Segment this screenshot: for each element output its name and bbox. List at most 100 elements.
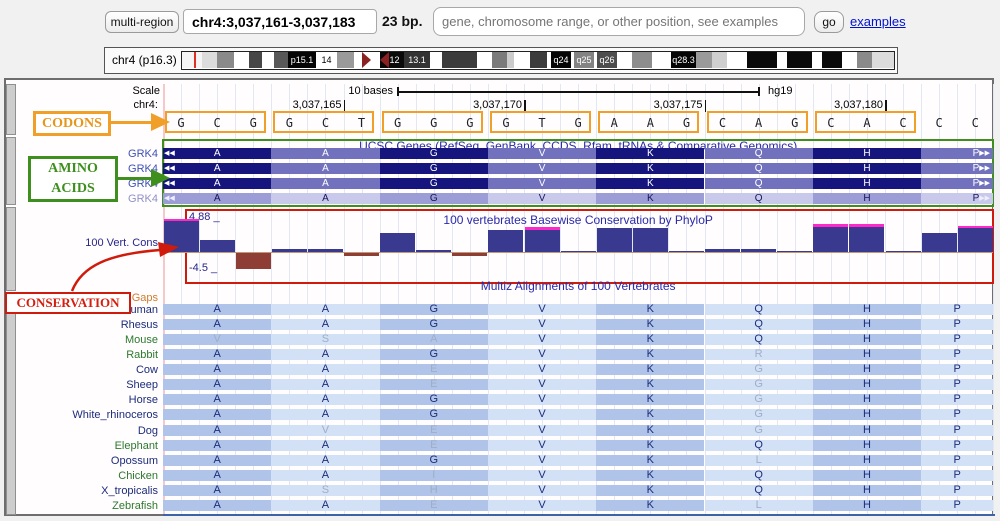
alignment-cell: V xyxy=(488,455,596,466)
phylop-bar xyxy=(308,249,343,252)
amino-acid-cell: H xyxy=(813,163,921,174)
alignment-cell: H xyxy=(813,455,921,466)
alignment-cell: A xyxy=(163,364,271,375)
alignment-cell: P xyxy=(921,364,993,375)
alignment-cell: L xyxy=(705,500,813,511)
ruler-tick-label: 3,037,175 xyxy=(553,99,703,111)
phylop-bar xyxy=(849,227,884,252)
alignment-cell: A xyxy=(271,304,379,315)
alignment-cell: A xyxy=(380,334,488,345)
zero-baseline xyxy=(163,252,993,253)
phylop-bar xyxy=(380,233,415,252)
codon-box xyxy=(815,111,916,133)
species-label: Sheep xyxy=(8,379,158,391)
amino-arrow-line xyxy=(115,177,152,180)
scale-bar-tick xyxy=(758,87,760,96)
alignment-cell: P xyxy=(921,379,993,390)
alignment-cell: P xyxy=(921,304,993,315)
base-letter: C xyxy=(957,116,993,130)
phylop-bar xyxy=(525,230,560,252)
alignment-cell: K xyxy=(596,470,704,481)
alignment-cell: V xyxy=(488,364,596,375)
alignment-cell: A xyxy=(271,409,379,420)
alignment-cell: H xyxy=(813,379,921,390)
chevrons-left-icon: ◀◀ xyxy=(164,193,182,204)
chevrons-right-icon: ▶▶ xyxy=(979,163,993,174)
alignment-cell: K xyxy=(596,304,704,315)
alignment-cell: P xyxy=(921,319,993,330)
alignment-cell: G xyxy=(380,304,488,315)
alignment-cell: S xyxy=(271,334,379,345)
alignment-cell: V xyxy=(488,500,596,511)
amino-acids-line2: ACIDS xyxy=(31,179,115,199)
alignment-cell: A xyxy=(271,349,379,360)
alignment-cell: K xyxy=(596,379,704,390)
amino-acid-cell: H xyxy=(813,148,921,159)
amino-acid-cell: G xyxy=(380,148,488,159)
alignment-cell: K xyxy=(596,440,704,451)
alignment-cell: R xyxy=(705,349,813,360)
phylop-bar xyxy=(669,251,704,252)
alignment-cell: Q xyxy=(705,485,813,496)
species-label: Rabbit xyxy=(8,349,158,361)
track-drag-handle[interactable] xyxy=(6,207,16,291)
alignment-cell: A xyxy=(271,455,379,466)
alignment-cell: P xyxy=(921,409,993,420)
species-label: Zebrafish xyxy=(8,500,158,512)
alignment-cell: A xyxy=(163,500,271,511)
chevrons-right-icon: ▶▶ xyxy=(979,148,993,159)
alignment-cell: A xyxy=(163,319,271,330)
alignment-cell: H xyxy=(813,304,921,315)
codon-box xyxy=(382,111,483,133)
alignment-cell: A xyxy=(271,500,379,511)
alignment-cell: A xyxy=(163,379,271,390)
alignment-cell: K xyxy=(596,409,704,420)
scale-label: Scale xyxy=(10,85,160,97)
alignment-cell: Q xyxy=(705,304,813,315)
alignment-cell: K xyxy=(596,364,704,375)
phylop-bar xyxy=(705,249,740,252)
alignment-cell: V xyxy=(488,485,596,496)
alignment-cell: V xyxy=(488,319,596,330)
amino-acid-cell: G xyxy=(380,193,488,204)
alignment-cell: E xyxy=(380,425,488,436)
alignment-cell: K xyxy=(596,319,704,330)
species-label: Cow xyxy=(8,364,158,376)
species-label: Horse xyxy=(8,394,158,406)
alignment-cell: H xyxy=(813,334,921,345)
alignment-cell: G xyxy=(705,409,813,420)
phylop-bar xyxy=(922,233,957,252)
phylop-bar xyxy=(164,221,199,252)
amino-acid-cell: Q xyxy=(705,178,813,189)
amino-acid-cell: Q xyxy=(705,163,813,174)
codons-arrow-head xyxy=(151,113,170,131)
amino-acid-cell: A xyxy=(271,163,379,174)
alignment-cell: V xyxy=(163,334,271,345)
codon-box xyxy=(165,111,266,133)
alignment-cell: Q xyxy=(705,334,813,345)
amino-acid-cell: V xyxy=(488,163,596,174)
ucsc-genome-browser: { "toolbar": { "multi_region_label": "mu… xyxy=(0,0,1000,521)
chevrons-right-icon: ▶▶ xyxy=(979,193,993,204)
phylop-bar xyxy=(958,228,993,252)
alignment-cell: V xyxy=(488,334,596,345)
phylop-bar xyxy=(561,251,596,252)
alignment-cell: G xyxy=(705,379,813,390)
amino-acid-cell: Q xyxy=(705,148,813,159)
alignment-cell: G xyxy=(705,364,813,375)
phylop-bar xyxy=(777,251,812,252)
alignment-cell: H xyxy=(813,485,921,496)
alignment-cell: K xyxy=(596,485,704,496)
alignment-cell: A xyxy=(163,470,271,481)
alignment-cell: V xyxy=(271,425,379,436)
y-min-label: -4.5 _ xyxy=(189,262,217,274)
ruler-tick-label: 3,037,165 xyxy=(192,99,342,111)
amino-acids-line1: AMINO xyxy=(31,159,115,179)
phylop-clip-cap xyxy=(164,219,199,222)
amino-acids-annotation: AMINO ACIDS xyxy=(28,156,118,202)
amino-acid-cell: A xyxy=(271,148,379,159)
phylop-clip-cap xyxy=(849,224,884,227)
alignment-cell: V xyxy=(488,379,596,390)
alignment-cell: V xyxy=(488,394,596,405)
amino-acid-cell: V xyxy=(488,178,596,189)
